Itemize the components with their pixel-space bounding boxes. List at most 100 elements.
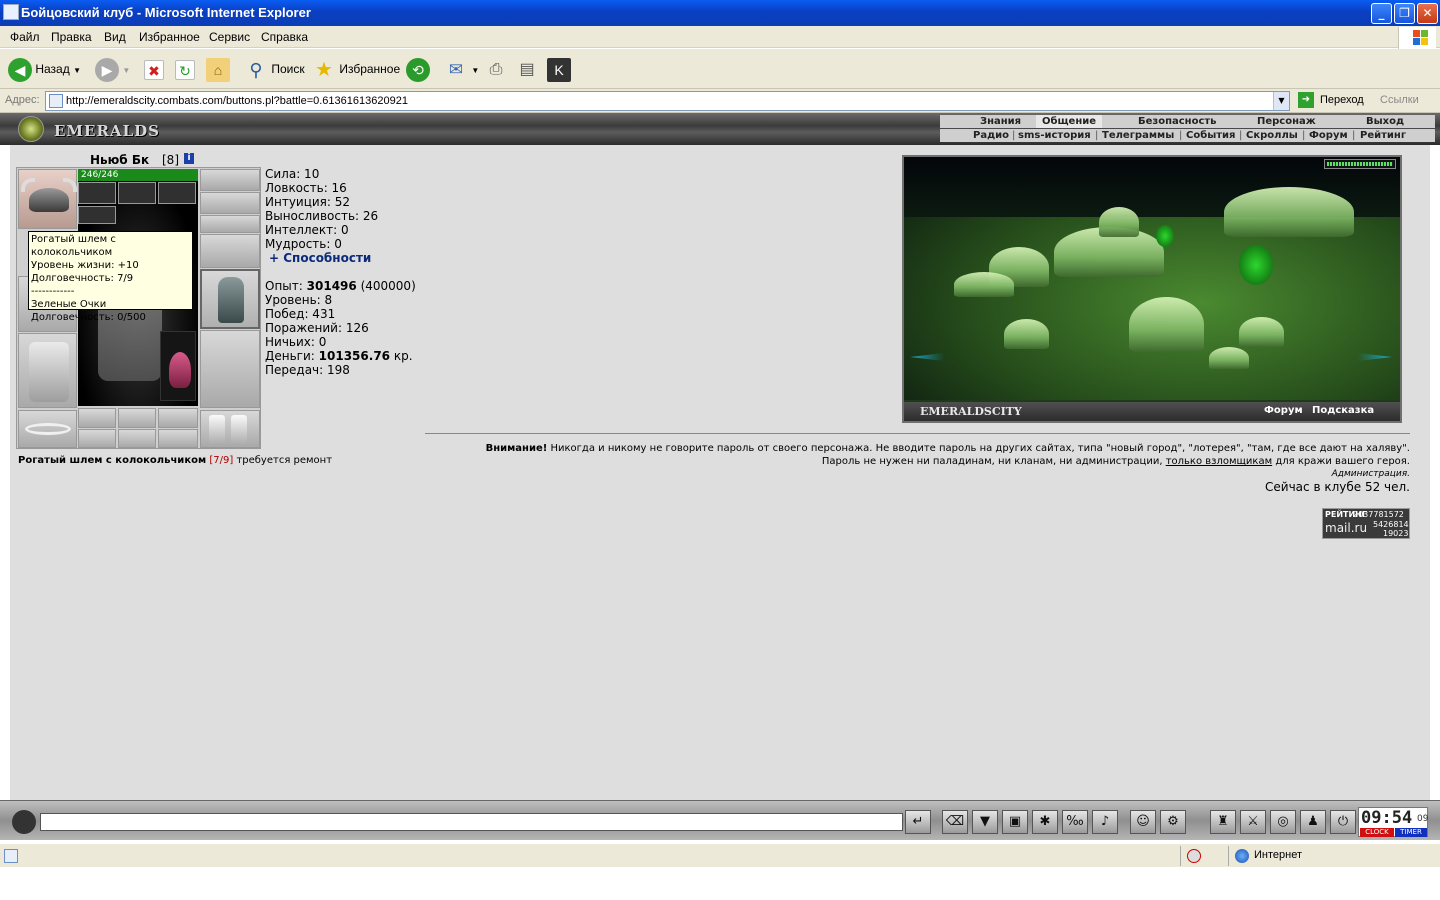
translit-button[interactable]: ‰	[1062, 810, 1088, 834]
forward-dropdown-icon[interactable]: ▼	[122, 66, 130, 75]
nav-scrolls[interactable]: Скроллы	[1246, 129, 1298, 142]
menu-favorites[interactable]: Избранное	[139, 30, 200, 44]
chat-settings-button[interactable]: ⚙	[1160, 810, 1186, 834]
map-hint-link[interactable]: Подсказка	[1312, 405, 1374, 416]
map-right-arrow-icon[interactable]	[1358, 353, 1392, 361]
abilities-link[interactable]: + Способности	[265, 251, 416, 265]
window-titlebar[interactable]: Бойцовский клуб - Microsoft Internet Exp…	[0, 0, 1440, 26]
map-forum-link[interactable]: Форум	[1264, 405, 1303, 416]
fight-button[interactable]: ⚔	[1240, 810, 1266, 834]
map-building[interactable]	[1224, 187, 1354, 237]
stop-button[interactable]: ✖	[144, 55, 164, 83]
nav-events[interactable]: События	[1186, 129, 1235, 142]
amulet-slot[interactable]	[200, 192, 260, 214]
clock-label[interactable]: CLOCK	[1360, 828, 1394, 837]
nav-knowledge[interactable]: Знания	[980, 115, 1021, 128]
pants-slot[interactable]	[200, 330, 260, 408]
city-map-image[interactable]	[904, 157, 1400, 400]
sound-button[interactable]: ♪	[1092, 810, 1118, 834]
favorites-button[interactable]: ★ Избранное	[312, 55, 400, 83]
address-input[interactable]: http://emeraldscity.combats.com/buttons.…	[45, 91, 1290, 111]
print-button[interactable]: ⎙	[484, 55, 508, 83]
links-button[interactable]: Ссылки	[1380, 94, 1419, 106]
chat-head-icon[interactable]	[12, 810, 36, 834]
mailru-counter[interactable]: РЕЙТИНГ mail.ru 2037781572 5426814 19023	[1322, 508, 1410, 539]
edit-page-button[interactable]: ▤	[515, 55, 539, 83]
home-button[interactable]: ⌂	[206, 55, 230, 83]
exit-button[interactable]: ⏻	[1330, 810, 1356, 834]
earring-slot[interactable]	[200, 169, 260, 191]
ring-slot-3[interactable]	[158, 182, 196, 204]
menu-edit[interactable]: Правка	[51, 30, 92, 44]
nav-forum[interactable]: Форум	[1309, 129, 1348, 142]
search-button[interactable]: ⚲ Поиск	[244, 55, 304, 83]
history-button[interactable]: ⟲	[406, 55, 430, 83]
armor-slot[interactable]	[18, 333, 77, 408]
timer-label[interactable]: TIMER	[1395, 828, 1427, 837]
map-building[interactable]	[1004, 319, 1049, 349]
helmet-slot[interactable]	[18, 169, 77, 229]
character-name[interactable]: Ньюб Бк	[90, 153, 149, 167]
refresh-button[interactable]: ↻	[175, 55, 195, 83]
privacy-icon[interactable]	[1187, 849, 1201, 863]
rune-slot-5[interactable]	[118, 429, 156, 448]
address-dropdown-icon[interactable]: ▼	[1273, 92, 1289, 110]
ring-slot-1[interactable]	[78, 182, 116, 204]
bag-button[interactable]: ♜	[1210, 810, 1236, 834]
map-building[interactable]	[954, 272, 1014, 297]
boots-slot[interactable]	[200, 410, 260, 448]
map-left-arrow-icon[interactable]	[910, 353, 944, 361]
ring-slot-2[interactable]	[118, 182, 156, 204]
nav-character[interactable]: Персонаж	[1257, 115, 1316, 128]
hackers-link[interactable]: только взломщикам	[1166, 456, 1272, 467]
map-building[interactable]	[1099, 207, 1139, 237]
go-button[interactable]: Переход	[1320, 94, 1364, 106]
nav-rating[interactable]: Рейтинг	[1360, 129, 1406, 142]
pet-slot[interactable]	[160, 331, 196, 401]
smiles-button[interactable]: ☺	[1130, 810, 1156, 834]
map-building[interactable]	[1239, 317, 1284, 347]
back-button[interactable]: ◀ Назад ▼	[8, 55, 81, 83]
map-button[interactable]: ◎	[1270, 810, 1296, 834]
rune-slot-3[interactable]	[158, 408, 198, 428]
chat-input[interactable]	[40, 813, 903, 831]
minimize-button[interactable]: _	[1371, 3, 1392, 24]
map-building[interactable]	[1129, 297, 1204, 352]
friends-button[interactable]: ♟	[1300, 810, 1326, 834]
city-map[interactable]: EMERALDSCITY Форум Подсказка	[902, 155, 1402, 423]
menu-help[interactable]: Справка	[261, 30, 308, 44]
rune-slot-6[interactable]	[158, 429, 198, 448]
shield-slot[interactable]	[200, 269, 260, 329]
nav-security[interactable]: Безопасность	[1138, 115, 1217, 128]
actions-button[interactable]: ✱	[1032, 810, 1058, 834]
save-log-button[interactable]: ▣	[1002, 810, 1028, 834]
map-building[interactable]	[1209, 347, 1249, 369]
scroll-slot[interactable]	[78, 206, 116, 224]
go-arrow-icon[interactable]: ➜	[1298, 92, 1314, 108]
filter-button[interactable]: ▼	[972, 810, 998, 834]
belt-slot[interactable]	[18, 410, 77, 448]
rune-slot-2[interactable]	[118, 408, 156, 428]
menu-view[interactable]: Вид	[104, 30, 126, 44]
mail-dropdown-icon[interactable]: ▼	[471, 66, 479, 75]
messenger-button[interactable]: K	[547, 55, 571, 83]
rune-slot-1[interactable]	[78, 408, 116, 428]
menu-tools[interactable]: Сервис	[209, 30, 250, 44]
gloves-slot[interactable]	[200, 234, 260, 268]
menu-file[interactable]: Файл	[10, 30, 40, 44]
rings-slot[interactable]	[200, 215, 260, 233]
close-button[interactable]: ✕	[1417, 3, 1438, 24]
nav-communication[interactable]: Общение	[1036, 115, 1103, 128]
nav-sms-history[interactable]: sms-история	[1018, 129, 1091, 142]
rune-slot-4[interactable]	[78, 429, 116, 448]
mail-button[interactable]: ✉ ▼	[444, 55, 479, 83]
info-icon[interactable]: i	[184, 153, 194, 164]
nav-exit[interactable]: Выход	[1366, 115, 1404, 128]
nav-telegrams[interactable]: Телеграммы	[1102, 129, 1174, 142]
maximize-button[interactable]: ❐	[1394, 3, 1415, 24]
forward-button[interactable]: ▶ ▼	[95, 55, 130, 83]
back-dropdown-icon[interactable]: ▼	[73, 66, 81, 75]
clear-button[interactable]: ⌫	[942, 810, 968, 834]
send-button[interactable]: ↵	[905, 810, 931, 834]
nav-radio[interactable]: Радио	[973, 129, 1009, 142]
